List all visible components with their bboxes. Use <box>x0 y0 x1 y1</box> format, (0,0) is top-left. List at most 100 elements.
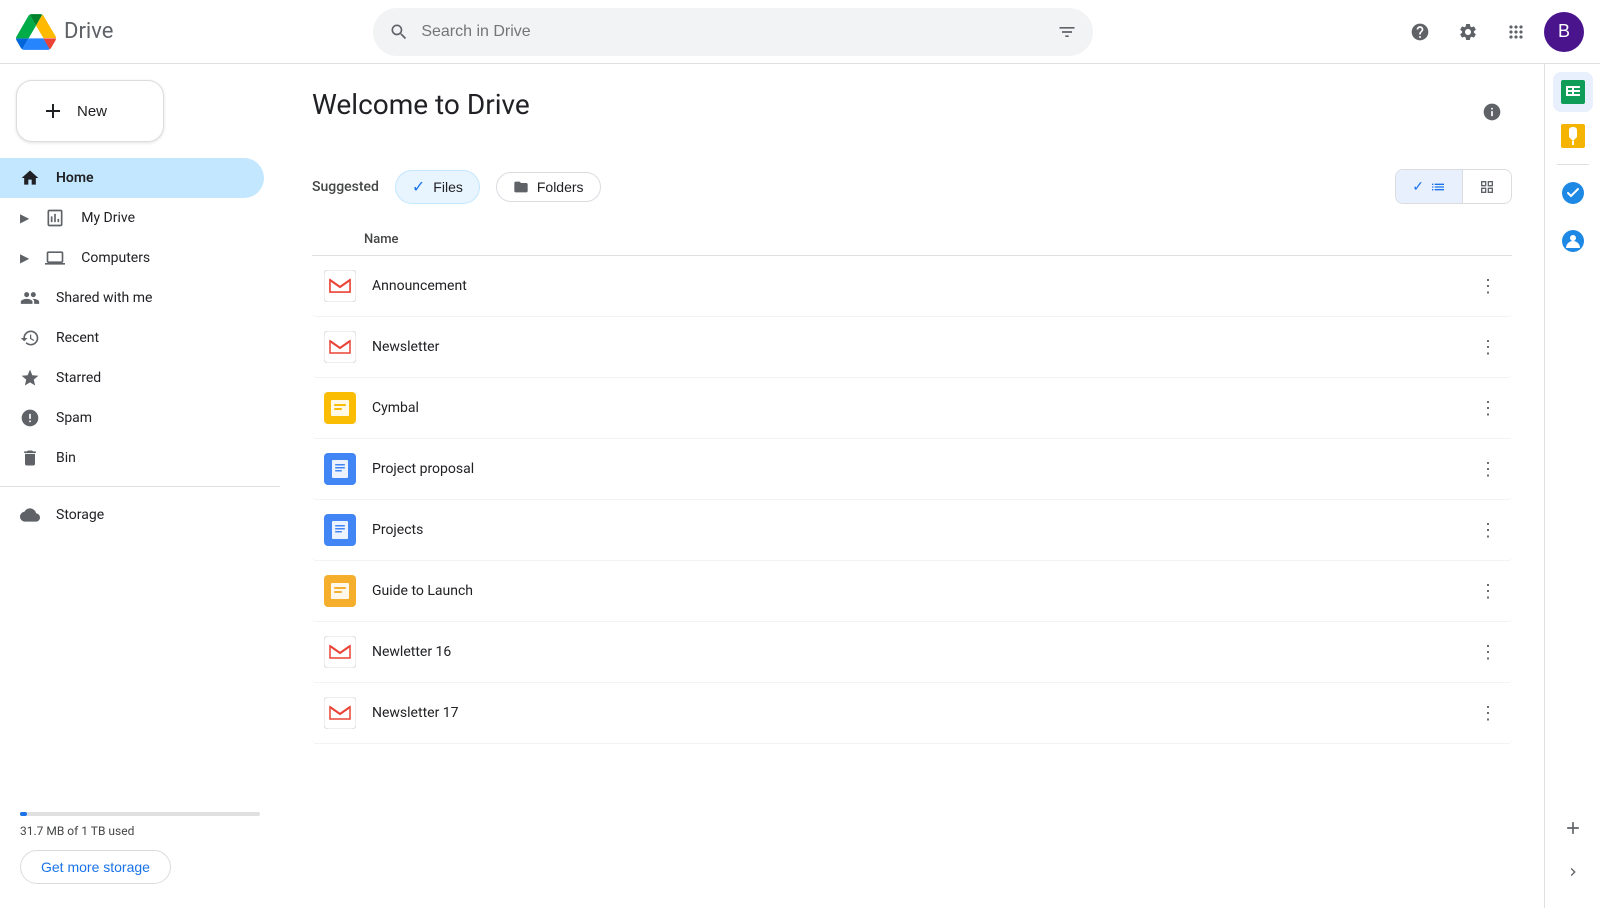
table-row[interactable]: Cymbal ⋮ <box>312 378 1512 439</box>
home-icon <box>20 168 40 188</box>
file-name: Cymbal <box>372 400 1472 416</box>
table-row[interactable]: Newletter 16 ⋮ <box>312 622 1512 683</box>
slides-yellow-icon <box>324 575 356 607</box>
sidebar-item-home[interactable]: Home <box>0 158 264 198</box>
table-row[interactable]: Announcement ⋮ <box>312 256 1512 317</box>
file-name: Newsletter 17 <box>372 705 1472 721</box>
file-list: Announcement ⋮ Newsletter ⋮ <box>312 256 1512 744</box>
search-icon <box>389 22 409 42</box>
check-list-icon: ✓ <box>1412 178 1424 195</box>
filter-folders-button[interactable]: Folders <box>496 172 601 202</box>
more-options-button[interactable]: ⋮ <box>1472 270 1504 302</box>
contacts-button[interactable] <box>1553 221 1593 261</box>
avatar-button[interactable]: B <box>1544 12 1584 52</box>
gmail-icon <box>324 697 356 729</box>
list-view-button[interactable]: ✓ <box>1396 170 1463 203</box>
storage-bar-fill <box>20 812 27 816</box>
more-options-button[interactable]: ⋮ <box>1472 575 1504 607</box>
new-plus-icon <box>41 99 65 123</box>
gmail-icon <box>324 270 356 302</box>
more-options-button[interactable]: ⋮ <box>1472 453 1504 485</box>
add-button[interactable] <box>1553 808 1593 848</box>
file-icon-newsletter <box>320 327 360 367</box>
more-options-button[interactable]: ⋮ <box>1472 697 1504 729</box>
view-toggle: ✓ <box>1395 169 1512 204</box>
sheets-button[interactable] <box>1553 72 1593 112</box>
sidebar: New Home ▶ My Drive ▶ Computers <box>0 64 280 908</box>
sidebar-item-my-drive[interactable]: ▶ My Drive <box>0 198 264 238</box>
sidebar-item-spam[interactable]: Spam <box>0 398 264 438</box>
storage-bar <box>20 812 260 816</box>
table-row[interactable]: Guide to Launch ⋮ <box>312 561 1512 622</box>
right-expand-button[interactable] <box>1553 852 1593 892</box>
docs-icon <box>324 453 356 485</box>
new-button[interactable]: New <box>16 80 164 142</box>
add-icon <box>1563 818 1583 838</box>
slides-icon <box>324 392 356 424</box>
file-icon-announcement <box>320 266 360 306</box>
more-options-button[interactable]: ⋮ <box>1472 331 1504 363</box>
search-input[interactable] <box>421 23 1045 41</box>
tasks-icon <box>1561 181 1585 205</box>
chevron-computers-icon: ▶ <box>20 251 29 265</box>
more-options-button[interactable]: ⋮ <box>1472 514 1504 546</box>
file-name: Newsletter <box>372 339 1472 355</box>
filter-files-button[interactable]: ✓ Files <box>395 170 480 204</box>
more-options-button[interactable]: ⋮ <box>1472 392 1504 424</box>
table-row[interactable]: Project proposal ⋮ <box>312 439 1512 500</box>
logo-text: Drive <box>64 19 113 44</box>
header: Drive B <box>0 0 1600 64</box>
info-button[interactable] <box>1472 92 1512 132</box>
bin-icon <box>20 448 40 468</box>
settings-button[interactable] <box>1448 12 1488 52</box>
grid-view-button[interactable] <box>1463 170 1511 203</box>
contacts-icon <box>1561 229 1585 253</box>
folder-icon <box>513 179 529 195</box>
file-icon-project-proposal <box>320 449 360 489</box>
list-icon <box>1430 179 1446 195</box>
drive-logo-icon <box>16 12 56 52</box>
main-layout: New Home ▶ My Drive ▶ Computers <box>0 64 1600 908</box>
tasks-button[interactable] <box>1553 173 1593 213</box>
sidebar-item-storage[interactable]: Storage <box>0 495 264 535</box>
suggested-label: Suggested <box>312 179 379 195</box>
table-row[interactable]: Newsletter ⋮ <box>312 317 1512 378</box>
keep-button[interactable] <box>1553 116 1593 156</box>
table-row[interactable]: Projects ⋮ <box>312 500 1512 561</box>
file-icon-projects <box>320 510 360 550</box>
apps-button[interactable] <box>1496 12 1536 52</box>
chevron-right-icon <box>1565 864 1581 880</box>
sidebar-item-recent[interactable]: Recent <box>0 318 264 358</box>
file-icon-newsletter-16 <box>320 632 360 672</box>
table-row[interactable]: Newsletter 17 ⋮ <box>312 683 1512 744</box>
chevron-my-drive-icon: ▶ <box>20 211 29 225</box>
keep-icon <box>1561 124 1585 148</box>
file-name: Announcement <box>372 278 1472 294</box>
more-options-button[interactable]: ⋮ <box>1472 636 1504 668</box>
sidebar-item-bin[interactable]: Bin <box>0 438 264 478</box>
file-icon-newsletter-17 <box>320 693 360 733</box>
sidebar-item-computers[interactable]: ▶ Computers <box>0 238 264 278</box>
file-icon-guide-to-launch <box>320 571 360 611</box>
my-drive-icon <box>45 208 65 228</box>
shared-icon <box>20 288 40 308</box>
main-content: Welcome to Drive Suggested ✓ Files Folde… <box>280 64 1544 908</box>
docs-icon <box>324 514 356 546</box>
help-button[interactable] <box>1400 12 1440 52</box>
gmail-icon <box>324 636 356 668</box>
sidebar-item-shared-with-me[interactable]: Shared with me <box>0 278 264 318</box>
suggested-row: Suggested ✓ Files Folders ✓ <box>312 169 1512 204</box>
grid-icon <box>1479 179 1495 195</box>
sheets-icon <box>1561 80 1585 104</box>
get-storage-button[interactable]: Get more storage <box>20 850 171 884</box>
gmail-icon <box>324 331 356 363</box>
search-filter-icon[interactable] <box>1057 22 1077 42</box>
right-sidebar-divider <box>1557 164 1589 165</box>
spam-icon <box>20 408 40 428</box>
storage-text: 31.7 MB of 1 TB used <box>20 824 260 838</box>
file-name: Newletter 16 <box>372 644 1472 660</box>
file-icon-cymbal <box>320 388 360 428</box>
file-name: Projects <box>372 522 1472 538</box>
sidebar-item-starred[interactable]: Starred <box>0 358 264 398</box>
logo-area[interactable]: Drive <box>16 12 216 52</box>
